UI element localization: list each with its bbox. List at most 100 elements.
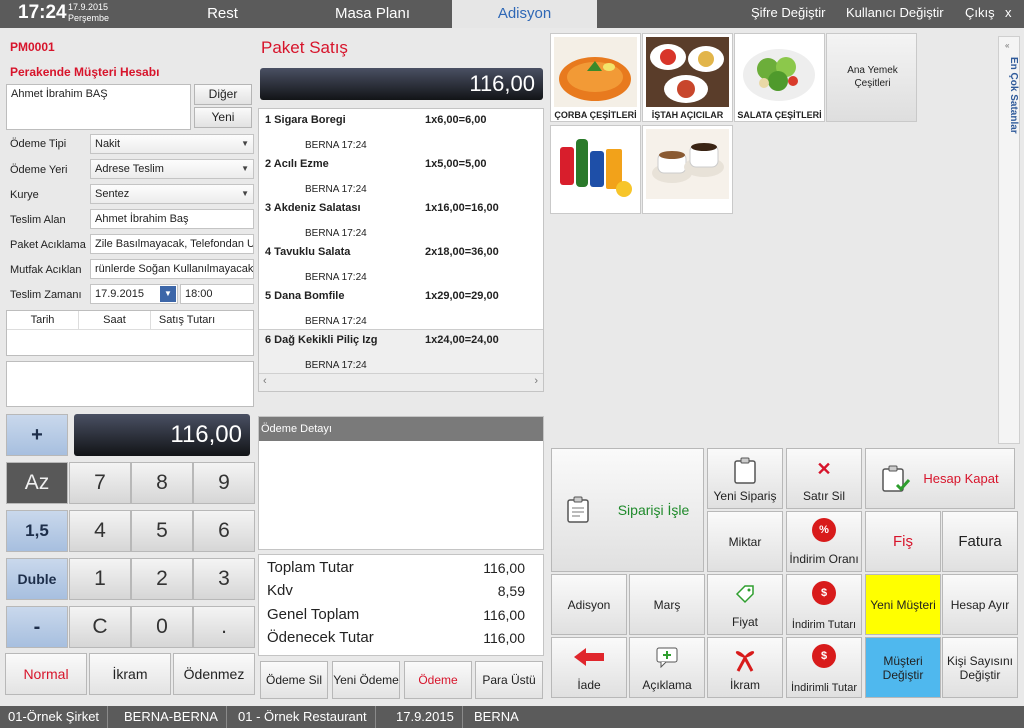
delete-line-button[interactable]: ✕ Satır Sil [786, 448, 862, 509]
tab-rest[interactable]: Rest [150, 0, 295, 28]
chevron-down-icon: ▼ [241, 189, 249, 198]
category-soups[interactable]: ÇORBA ÇEŞİTLERİ [550, 33, 641, 122]
customer-account-title: Perakende Müşteri Hesabı [10, 65, 160, 79]
horizontal-scrollbar[interactable]: ‹ › [259, 373, 543, 391]
receiver-input[interactable]: Ahmet İbrahim Baş [90, 209, 254, 229]
price-button[interactable]: Fiyat [707, 574, 783, 635]
other-customer-button[interactable]: Diğer [194, 84, 252, 105]
return-button[interactable]: İade [551, 637, 627, 698]
category-salads[interactable]: SALATA ÇEŞİTLERİ [734, 33, 825, 122]
adisyon-button[interactable]: Adisyon [551, 574, 627, 635]
double-button[interactable]: Duble [6, 558, 68, 600]
delivery-date-input[interactable]: 17.9.2015 ▼ [90, 284, 178, 304]
key-1[interactable]: 1 [69, 558, 131, 600]
customer-name-box[interactable]: Ahmet İbrahim BAŞ [6, 84, 191, 130]
best-sellers-tab[interactable]: « En Çok Satanlar [998, 36, 1020, 444]
history-grid[interactable]: Tarih Saat Satış Tutarı [6, 310, 254, 356]
notes-box[interactable] [6, 361, 254, 407]
key-0[interactable]: 0 [131, 606, 193, 648]
order-item[interactable]: 4 Tavuklu Salata 2x18,00=36,00 BERNA 17:… [259, 241, 543, 285]
change-password-link[interactable]: Şifre Değiştir [751, 0, 825, 28]
package-note-input[interactable]: Zile Basılmayacak, Telefondan U [90, 234, 254, 254]
courier-select[interactable]: Sentez ▼ [90, 184, 254, 204]
new-customer-button[interactable]: Yeni [194, 107, 252, 128]
kitchen-note-input[interactable]: rünlerde Soğan Kullanılmayacak [90, 259, 254, 279]
order-item-selected[interactable]: 6 Dağ Kekikli Piliç Izg 1x24,00=24,00 BE… [259, 329, 543, 373]
key-clear[interactable]: C [69, 606, 131, 648]
payment-place-value: Adrese Teslim [95, 163, 164, 175]
order-list[interactable]: 1 Sigara Boregi 1x6,00=6,00 BERNA 17:24 … [258, 108, 544, 392]
quantity-button[interactable]: Miktar [707, 511, 783, 572]
key-7[interactable]: 7 [69, 462, 131, 504]
plus-button[interactable]: + [6, 414, 68, 456]
category-hot-drinks[interactable] [642, 125, 733, 214]
order-item-calc: 1x29,00=29,00 [425, 290, 499, 302]
close-icon[interactable]: x [1005, 0, 1012, 28]
order-item[interactable]: 2 Acılı Ezme 1x5,00=5,00 BERNA 17:24 [259, 153, 543, 197]
drinks-icon [554, 129, 637, 199]
receiver-label: Teslim Alan [10, 214, 66, 226]
category-drinks[interactable] [550, 125, 641, 214]
payment-button[interactable]: Ödeme [404, 661, 472, 699]
logout-link[interactable]: Çıkış [965, 0, 995, 28]
category-label: Ana Yemek Çeşitleri [847, 65, 898, 89]
change-customer-button[interactable]: Müşteri Değiştir [865, 637, 941, 698]
change-button[interactable]: Para Üstü [475, 661, 543, 699]
treat-button[interactable]: İkram [707, 637, 783, 698]
change-user-link[interactable]: Kullanıcı Değiştir [846, 0, 944, 28]
order-item[interactable]: 5 Dana Bomfile 1x29,00=29,00 BERNA 17:24 [259, 285, 543, 329]
payment-place-select[interactable]: Adrese Teslim ▼ [90, 159, 254, 179]
key-9[interactable]: 9 [193, 462, 255, 504]
discount-rate-button[interactable]: % İndirim Oranı [786, 511, 862, 572]
change-guest-count-button[interactable]: Kişi Sayısını Değiştir [942, 637, 1018, 698]
key-8[interactable]: 8 [131, 462, 193, 504]
note-button[interactable]: Açıklama [629, 637, 705, 698]
close-bill-button[interactable]: Hesap Kapat [865, 448, 1015, 509]
key-2[interactable]: 2 [131, 558, 193, 600]
key-6[interactable]: 6 [193, 510, 255, 552]
key-4[interactable]: 4 [69, 510, 131, 552]
chevron-left-icon[interactable]: ‹ [263, 375, 267, 387]
key-5[interactable]: 5 [131, 510, 193, 552]
chevron-left-double-icon: « [1005, 41, 1010, 50]
note-label: Açıklama [642, 678, 692, 692]
new-payment-button[interactable]: Yeni Ödeme [332, 661, 400, 699]
normal-mode-button[interactable]: Normal [5, 653, 87, 695]
order-item-sub: BERNA 17:24 [305, 140, 367, 151]
category-appetizers[interactable]: İŞTAH AÇICILAR [642, 33, 733, 122]
ikram-mode-button[interactable]: İkram [89, 653, 171, 695]
new-order-button[interactable]: Yeni Sipariş [707, 448, 783, 509]
delete-line-label: Satır Sil [802, 489, 845, 503]
delete-payment-button[interactable]: Ödeme Sil [260, 661, 328, 699]
tab-adisyon[interactable]: Adisyon [452, 0, 597, 28]
discount-amount-button[interactable]: $ İndirim Tutarı [786, 574, 862, 635]
invoice-button[interactable]: Fatura [942, 511, 1018, 572]
delivery-time-label: Teslim Zamanı [10, 289, 82, 301]
order-item[interactable]: 3 Akdeniz Salatası 1x16,00=16,00 BERNA 1… [259, 197, 543, 241]
order-title: Paket Satış [261, 38, 348, 57]
discounted-amount-button[interactable]: $ İndirimli Tutar [786, 637, 862, 698]
order-panel: Paket Satış 116,00 1 Sigara Boregi 1x6,0… [258, 28, 546, 706]
minus-button[interactable]: - [6, 606, 68, 648]
key-3[interactable]: 3 [193, 558, 255, 600]
odenmez-mode-button[interactable]: Ödenmez [173, 653, 255, 695]
half-button[interactable]: 1,5 [6, 510, 68, 552]
mars-button[interactable]: Marş [629, 574, 705, 635]
new-customer-action-button[interactable]: Yeni Müşteri [865, 574, 941, 635]
key-dot[interactable]: . [193, 606, 255, 648]
process-order-button[interactable]: Siparişi İşle [551, 448, 704, 572]
az-button[interactable]: Az [6, 462, 68, 504]
split-bill-button[interactable]: Hesap Ayır [942, 574, 1018, 635]
receipt-button[interactable]: Fiş [865, 511, 941, 572]
order-item[interactable]: 1 Sigara Boregi 1x6,00=6,00 BERNA 17:24 [259, 109, 543, 153]
calendar-dropdown-icon[interactable]: ▼ [160, 286, 176, 302]
grand-total-label: Genel Toplam [267, 606, 360, 623]
tab-masa-plani[interactable]: Masa Planı [300, 0, 445, 28]
delivery-hour-input[interactable]: 18:00 [180, 284, 254, 304]
category-main-dishes[interactable]: Ana Yemek Çeşitleri [826, 33, 917, 122]
total-value: 116,00 [483, 560, 525, 576]
soup-bowl-icon [554, 37, 637, 107]
keypad-display: 116,00 [74, 414, 250, 456]
payment-type-select[interactable]: Nakit ▼ [90, 134, 254, 154]
chevron-right-icon[interactable]: › [534, 375, 538, 387]
